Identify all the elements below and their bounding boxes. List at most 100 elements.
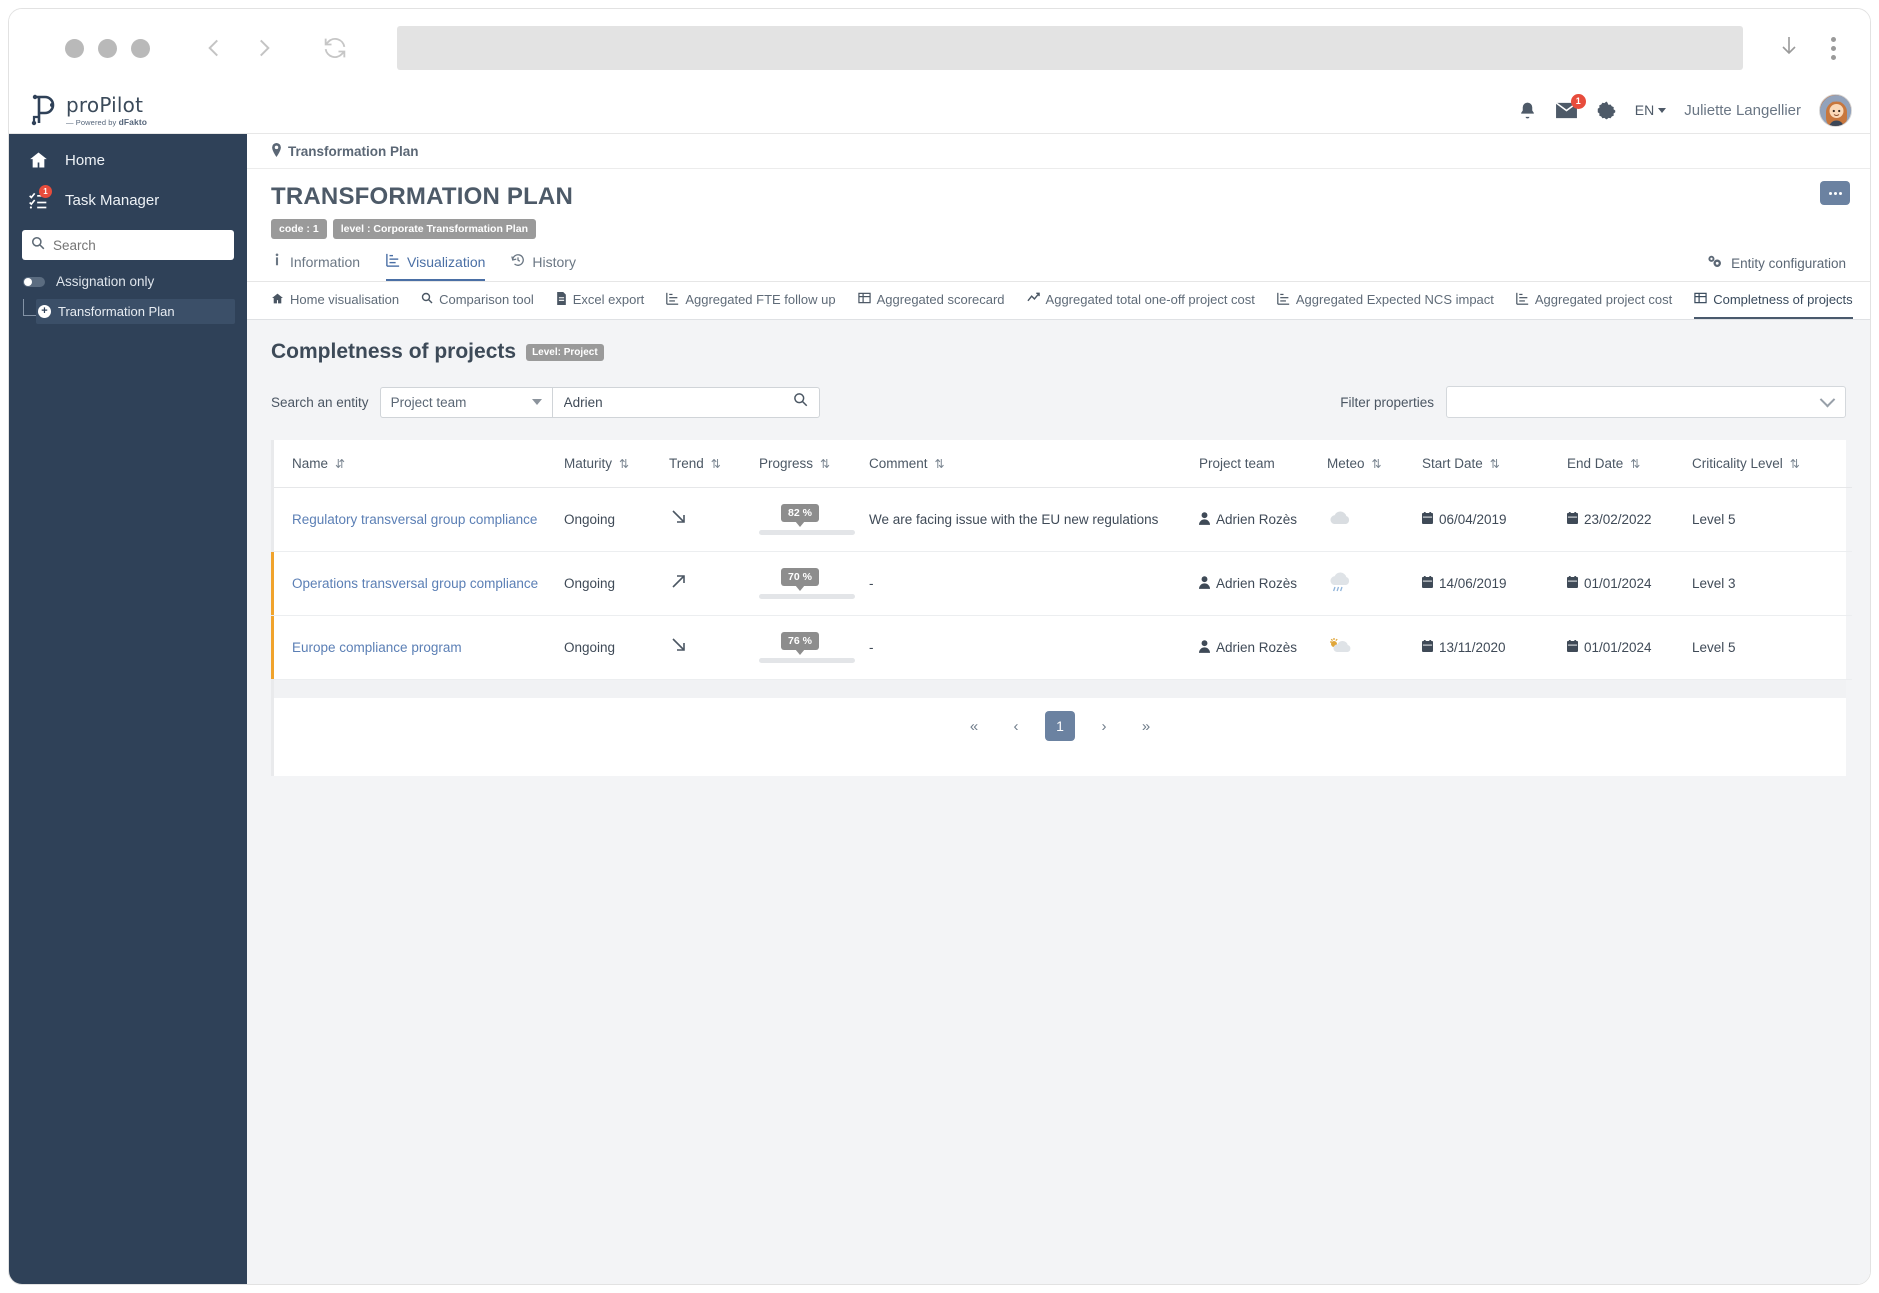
sidebar-item-task-manager[interactable]: 1 Task Manager [9, 180, 247, 220]
pagination: « ‹ 1 › » [274, 698, 1846, 754]
search-icon [421, 292, 433, 307]
breadcrumb-label[interactable]: Transformation Plan [288, 144, 419, 159]
person-icon [1199, 640, 1210, 656]
download-icon[interactable] [1777, 33, 1801, 64]
more-actions-button[interactable] [1820, 181, 1850, 205]
assignation-only-toggle-row[interactable]: Assignation only [9, 260, 247, 295]
column-header-name[interactable]: Name⇵ [274, 440, 564, 488]
pagination-page-1[interactable]: 1 [1045, 711, 1075, 741]
sort-icon: ⇅ [1630, 457, 1639, 471]
project-name-link[interactable]: Regulatory transversal group compliance [292, 512, 537, 527]
subtab-comparison-tool[interactable]: Comparison tool [421, 282, 534, 319]
table-row[interactable]: Europe compliance program Ongoing 76 % - [274, 616, 1852, 680]
search-input[interactable] [53, 238, 225, 253]
subtab-excel-export[interactable]: Excel export [556, 282, 645, 319]
progress-value: 70 % [781, 568, 819, 586]
pagination-last[interactable]: » [1133, 718, 1159, 735]
column-header-start-date[interactable]: Start Date⇅ [1422, 440, 1567, 488]
table-row[interactable]: Regulatory transversal group compliance … [274, 488, 1852, 552]
subtab-home-visualisation[interactable]: Home visualisation [271, 282, 399, 319]
tab-visualization[interactable]: Visualization [386, 253, 485, 281]
maximize-window-dot[interactable] [131, 39, 150, 58]
user-name[interactable]: Juliette Langellier [1684, 102, 1801, 119]
reload-icon[interactable] [321, 34, 349, 62]
address-bar[interactable] [397, 26, 1743, 70]
forward-icon[interactable] [251, 35, 277, 61]
column-header-maturity[interactable]: Maturity⇅ [564, 440, 669, 488]
project-name-link[interactable]: Operations transversal group compliance [292, 576, 538, 591]
minimize-window-dot[interactable] [98, 39, 117, 58]
subtab-aggregated-fte-follow-up[interactable]: Aggregated FTE follow up [666, 282, 835, 319]
search-icon[interactable] [793, 392, 808, 412]
subtab-aggregated-total-one-off-project-cost[interactable]: Aggregated total one-off project cost [1027, 282, 1255, 319]
app-topbar: proPilot — Powered by dFakto 1 EN [9, 87, 1870, 134]
entity-search-box[interactable] [552, 387, 820, 418]
entity-configuration-button[interactable]: Entity configuration [1707, 254, 1846, 281]
assignation-only-toggle[interactable] [23, 277, 45, 287]
projects-table: Name⇵ Maturity⇅ Trend⇅ Progress⇅ Comment… [274, 440, 1852, 680]
tree-item-transformation-plan[interactable]: + Transformation Plan [36, 299, 235, 324]
column-header-comment[interactable]: Comment⇅ [869, 440, 1199, 488]
sort-asc-icon: ⇵ [335, 457, 344, 471]
window-controls[interactable] [65, 39, 150, 58]
column-header-criticality-level[interactable]: Criticality Level⇅ [1692, 440, 1852, 488]
page-header: TRANSFORMATION PLAN code : 1 level : Cor… [247, 169, 1870, 239]
table-horizontal-scrollbar[interactable] [274, 680, 1846, 698]
project-team-value: Adrien Rozès [1199, 640, 1327, 656]
history-icon [511, 253, 525, 270]
line-chart-icon [1027, 292, 1040, 307]
filter-properties-select[interactable] [1446, 386, 1846, 418]
sidebar-item-home[interactable]: Home [9, 140, 247, 180]
calendar-icon [1567, 576, 1578, 591]
messages-badge: 1 [1571, 94, 1586, 109]
trend-down-right-icon [669, 507, 689, 533]
entity-search-input[interactable] [564, 395, 793, 410]
trend-down-right-icon [669, 635, 689, 661]
bar-chart-icon [1277, 292, 1290, 308]
table-row[interactable]: Operations transversal group compliance … [274, 552, 1852, 616]
sidebar-search[interactable] [22, 230, 234, 260]
tab-information[interactable]: Information [271, 253, 360, 281]
column-header-trend[interactable]: Trend⇅ [669, 440, 759, 488]
project-team-value: Adrien Rozès [1199, 576, 1327, 592]
language-selector[interactable]: EN [1635, 102, 1666, 118]
logo-subtitle: — Powered by dFakto [66, 118, 147, 127]
app-logo[interactable]: proPilot — Powered by dFakto [23, 94, 147, 126]
browser-menu-icon[interactable] [1831, 37, 1836, 60]
tab-history[interactable]: History [511, 253, 576, 281]
file-icon [556, 292, 567, 308]
pagination-next[interactable]: › [1091, 718, 1117, 735]
column-header-project-team[interactable]: Project team [1199, 440, 1327, 488]
entity-type-select[interactable]: Project team [380, 387, 552, 418]
table-header-row: Name⇵ Maturity⇅ Trend⇅ Progress⇅ Comment… [274, 440, 1852, 488]
progress-track [759, 594, 855, 599]
close-window-dot[interactable] [65, 39, 84, 58]
main-tabs: Information Visualization History [247, 239, 1870, 282]
subtab-aggregated-expected-ncs-impact[interactable]: Aggregated Expected NCS impact [1277, 282, 1494, 319]
column-header-end-date[interactable]: End Date⇅ [1567, 440, 1692, 488]
expand-icon[interactable]: + [38, 305, 51, 318]
sort-icon: ⇅ [935, 457, 944, 471]
subtab-aggregated-scorecard[interactable]: Aggregated scorecard [858, 282, 1005, 319]
filters-row: Search an entity Project team [271, 386, 1846, 418]
subtab-completness-of-projects[interactable]: Completness of projects [1694, 282, 1852, 319]
subtab-aggregated-project-cost[interactable]: Aggregated project cost [1516, 282, 1672, 319]
meteo-partly-sunny-icon [1327, 644, 1353, 659]
back-icon[interactable] [201, 35, 227, 61]
column-header-progress[interactable]: Progress⇅ [759, 440, 869, 488]
criticality-value: Level 3 [1692, 576, 1736, 591]
notifications-bell-icon[interactable] [1518, 100, 1537, 121]
start-date-value: 14/06/2019 [1422, 576, 1567, 591]
pagination-first[interactable]: « [961, 718, 987, 735]
project-name-link[interactable]: Europe compliance program [292, 640, 462, 655]
messages-envelope-icon[interactable]: 1 [1555, 101, 1578, 120]
avatar[interactable] [1819, 94, 1852, 127]
calendar-icon [1567, 512, 1578, 527]
grid-icon [858, 292, 871, 307]
entity-configuration-label: Entity configuration [1731, 256, 1846, 271]
visualization-subtabs: Home visualisation Comparison tool Excel… [247, 282, 1870, 320]
pagination-prev[interactable]: ‹ [1003, 718, 1029, 735]
settings-gear-icon[interactable] [1596, 100, 1617, 121]
column-header-meteo[interactable]: Meteo⇅ [1327, 440, 1422, 488]
logo-name: proPilot [66, 95, 147, 115]
